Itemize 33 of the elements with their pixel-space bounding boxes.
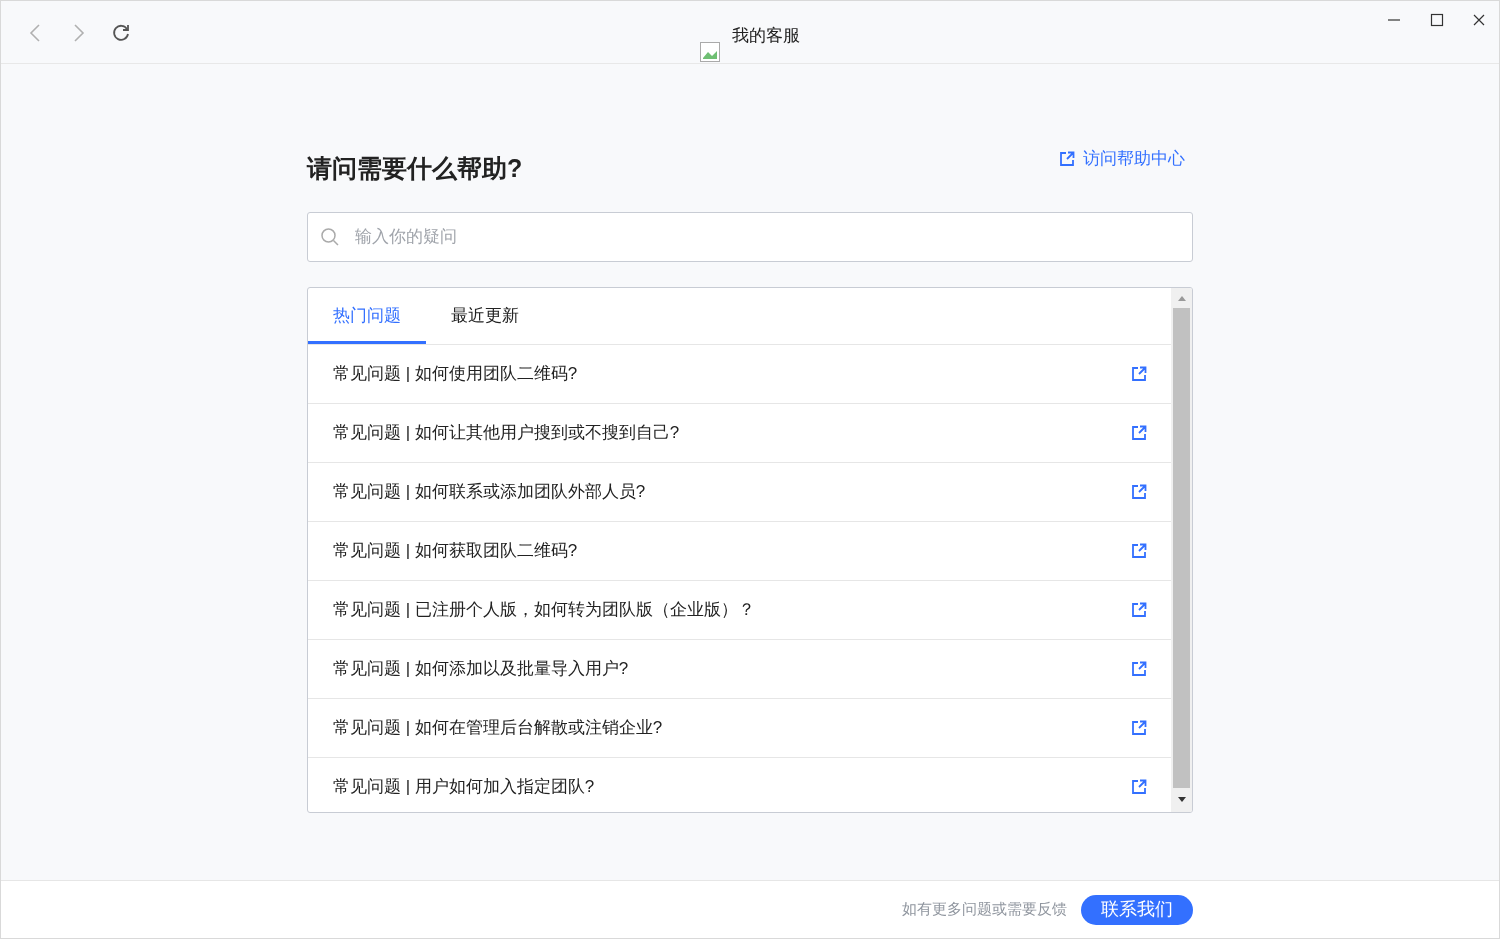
tab[interactable]: 最近更新 bbox=[426, 287, 544, 344]
question-link[interactable]: 常见问题 | 已注册个人版，如何转为团队版（企业版）？ bbox=[333, 596, 755, 623]
feedback-note: 如有更多问题或需要反馈 bbox=[902, 899, 1067, 920]
tab[interactable]: 热门问题 bbox=[308, 287, 426, 344]
close-icon[interactable] bbox=[1472, 13, 1486, 27]
scrollbar-thumb[interactable] bbox=[1173, 307, 1190, 788]
question-link[interactable]: 常见问题 | 如何添加以及批量导入用户? bbox=[333, 655, 629, 682]
external-link-icon bbox=[1131, 542, 1147, 559]
external-link-icon bbox=[1131, 601, 1147, 618]
external-link-icon bbox=[1131, 483, 1147, 500]
question-link[interactable]: 常见问题 | 如何获取团队二维码? bbox=[333, 537, 578, 564]
search-icon bbox=[320, 226, 340, 247]
maximize-icon[interactable] bbox=[1430, 13, 1444, 27]
refresh-icon[interactable] bbox=[111, 23, 131, 43]
page-heading: 请问需要什么帮助? bbox=[307, 153, 523, 184]
contact-us-button[interactable]: 联系我们 bbox=[1081, 894, 1193, 925]
external-link-icon bbox=[1131, 424, 1147, 441]
question-link[interactable]: 常见问题 | 如何让其他用户搜到或不搜到自己? bbox=[333, 419, 680, 446]
broken-image-icon bbox=[700, 42, 720, 62]
external-link-icon bbox=[1131, 778, 1147, 795]
external-link-icon bbox=[1131, 365, 1147, 382]
external-link-icon bbox=[1131, 660, 1147, 677]
external-link-icon bbox=[1059, 150, 1075, 167]
help-center-link[interactable]: 访问帮助中心 bbox=[1059, 146, 1185, 172]
forward-icon[interactable] bbox=[71, 23, 87, 43]
search-field[interactable]: 输入你的疑问 bbox=[307, 211, 1193, 262]
question-link[interactable]: 常见问题 | 如何使用团队二维码? bbox=[333, 360, 578, 387]
external-link-icon bbox=[1131, 719, 1147, 736]
back-icon[interactable] bbox=[27, 23, 43, 43]
question-link[interactable]: 常见问题 | 如何联系或添加团队外部人员? bbox=[333, 478, 646, 505]
window-title: 我的客服 bbox=[732, 25, 800, 47]
question-link[interactable]: 常见问题 | 如何在管理后台解散或注销企业? bbox=[333, 714, 663, 741]
question-link[interactable]: 常见问题 | 用户如何加入指定团队? bbox=[333, 773, 595, 800]
